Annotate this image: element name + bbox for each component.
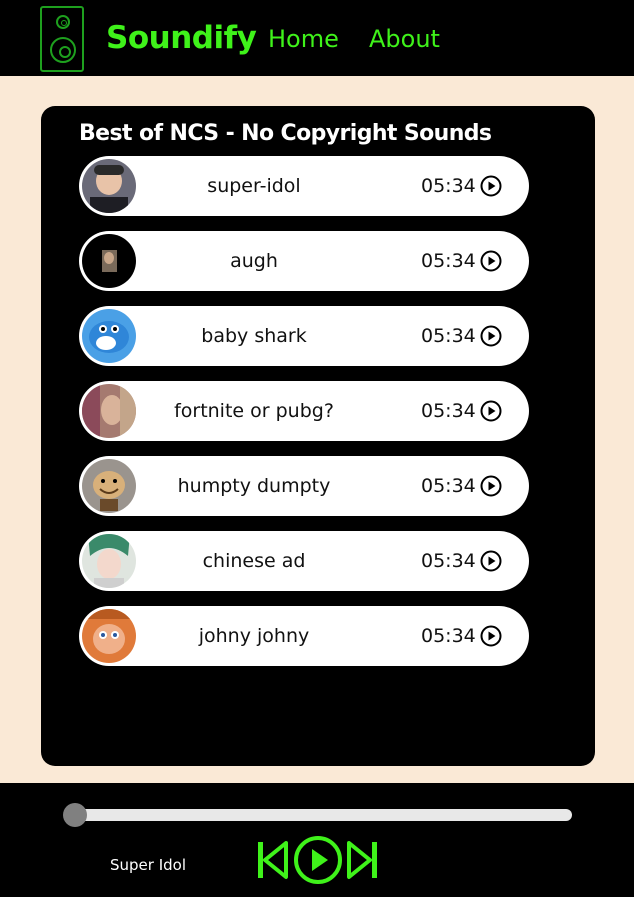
song-item[interactable]: johny johny 05:34 [79,606,529,666]
song-duration: 05:34 [421,250,476,272]
play-circle-icon[interactable] [480,325,502,347]
nav-about-link[interactable]: About [369,25,440,53]
progress-handle[interactable] [63,803,87,827]
song-item[interactable]: super-idol 05:34 [79,156,529,216]
play-circle-icon[interactable] [480,625,502,647]
bottom-player: Super Idol [0,783,634,897]
song-list: super-idol 05:34 augh 05:34 baby shark 0… [79,156,529,681]
song-duration: 05:34 [421,475,476,497]
playlist-title: Best of NCS - No Copyright Sounds [79,121,492,146]
song-thumbnail [82,159,136,213]
song-name: augh [230,250,278,272]
song-item[interactable]: humpty dumpty 05:34 [79,456,529,516]
previous-icon[interactable] [256,839,290,881]
now-playing-title: Super Idol [110,856,187,874]
navbar: Soundify Home About [0,0,634,76]
play-circle-icon[interactable] [480,250,502,272]
play-icon[interactable] [293,835,343,885]
song-thumbnail [82,309,136,363]
play-circle-icon[interactable] [480,175,502,197]
song-item[interactable]: augh 05:34 [79,231,529,291]
songs-panel: Best of NCS - No Copyright Sounds super-… [41,106,595,766]
song-item[interactable]: baby shark 05:34 [79,306,529,366]
play-circle-icon[interactable] [480,475,502,497]
next-icon[interactable] [345,839,379,881]
song-thumbnail [82,234,136,288]
song-name: baby shark [201,325,307,347]
play-circle-icon[interactable] [480,550,502,572]
song-name: humpty dumpty [177,475,331,497]
brand-name[interactable]: Soundify [106,20,257,56]
song-duration: 05:34 [421,400,476,422]
song-thumbnail [82,609,136,663]
song-duration: 05:34 [421,625,476,647]
song-item[interactable]: chinese ad 05:34 [79,531,529,591]
song-name: super-idol [207,175,301,197]
song-name: chinese ad [202,550,306,572]
song-item[interactable]: fortnite or pubg? 05:34 [79,381,529,441]
song-thumbnail [82,459,136,513]
song-duration: 05:34 [421,550,476,572]
play-circle-icon[interactable] [480,400,502,422]
progress-bar[interactable] [66,809,572,821]
song-duration: 05:34 [421,325,476,347]
song-thumbnail [82,384,136,438]
song-duration: 05:34 [421,175,476,197]
song-thumbnail [82,534,136,588]
nav-home-link[interactable]: Home [268,25,339,53]
speaker-icon [40,6,84,72]
song-name: johny johny [198,625,310,647]
song-name: fortnite or pubg? [174,400,334,422]
